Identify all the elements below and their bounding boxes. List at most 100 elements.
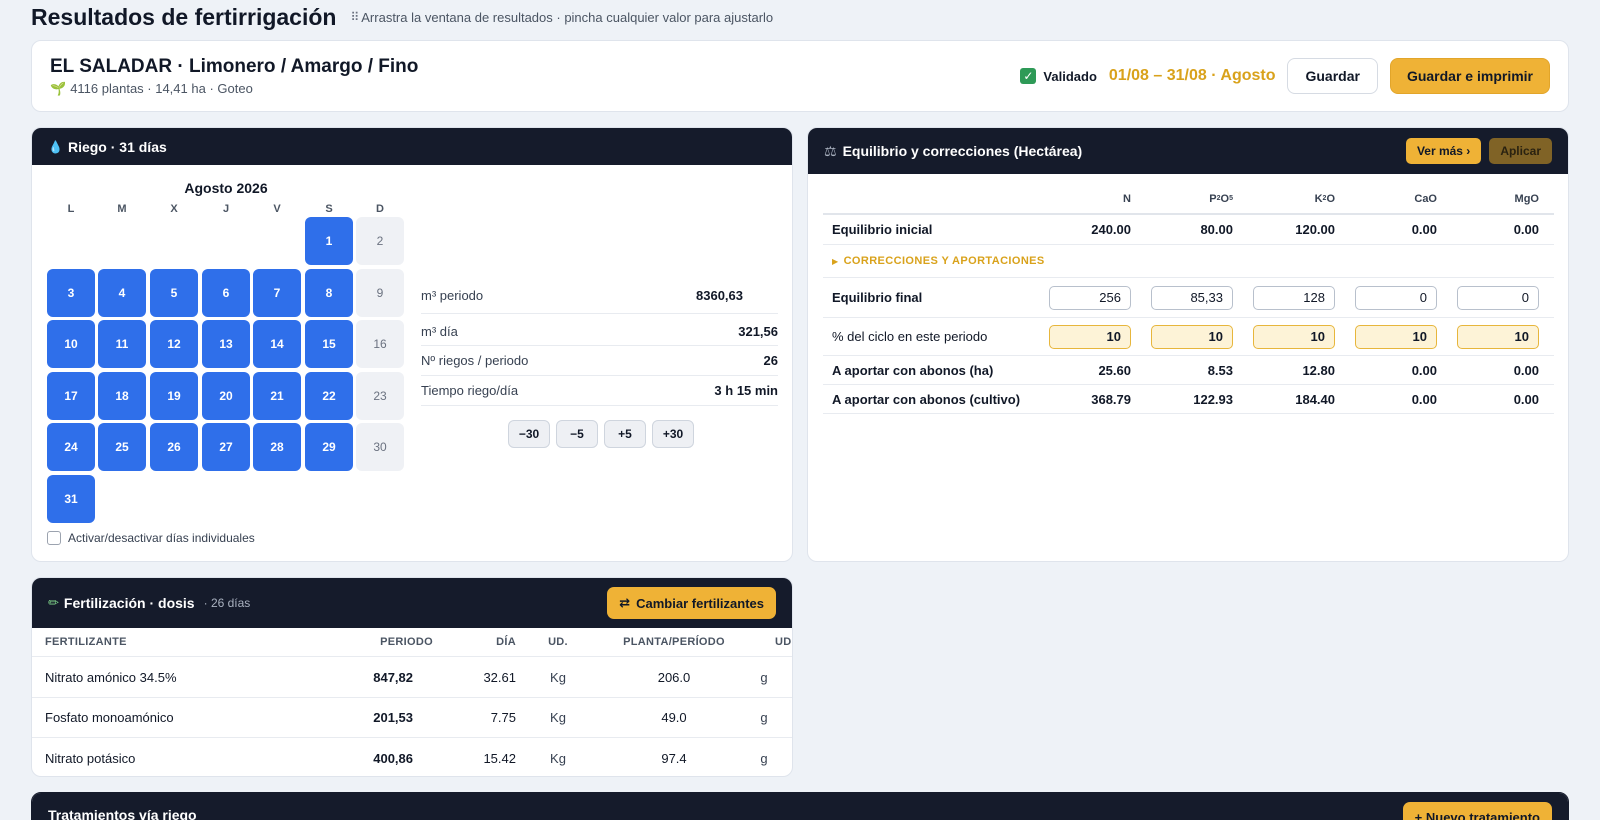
calendar-day[interactable]: 7 (253, 269, 301, 317)
calendar-day[interactable]: 29 (305, 423, 353, 471)
calendar-day[interactable]: 16 (356, 320, 404, 368)
calendar-day[interactable]: 26 (150, 423, 198, 471)
fertilizer-ud: Kg (550, 669, 566, 685)
ciclo-n-input[interactable]: 10 (1049, 324, 1131, 349)
save-button[interactable]: Guardar (1287, 58, 1378, 94)
calendar-day[interactable]: 21 (253, 372, 301, 420)
pencil-icon: ✏ (48, 595, 59, 610)
ciclo-k2o-input[interactable]: 10 (1253, 324, 1335, 349)
toggle-days-checkbox[interactable]: Activar/desactivar días individuales (47, 531, 255, 545)
calendar-day[interactable]: 20 (202, 372, 250, 420)
save-print-button[interactable]: Guardar e imprimir (1389, 58, 1550, 94)
fertilizer-periodo[interactable]: 201,53 (332, 698, 413, 737)
calendar-day[interactable]: 10 (47, 320, 95, 368)
period-range: 01/08 – 31/08 · Agosto (1108, 67, 1276, 84)
calendar-day[interactable]: 12 (150, 320, 198, 368)
correcciones-label[interactable]: CORRECCIONES Y APORTACIONES (844, 255, 1045, 267)
stat-value[interactable]: 321,56 (738, 324, 778, 339)
calendar-day[interactable]: 23 (356, 372, 404, 420)
calendar-day[interactable]: 31 (47, 475, 95, 523)
table-row[interactable]: Nitrato amónico 34.5% 847,82 32.61 Kg 20… (32, 657, 792, 698)
aplicar-button[interactable]: Aplicar (1489, 138, 1552, 164)
section-toggle[interactable]: ▶ CORRECCIONES Y APORTACIONES (832, 245, 1045, 277)
fertilizer-planta[interactable]: 49.0 (598, 698, 750, 737)
validated-checkbox[interactable]: ✓ Validado (1020, 68, 1097, 84)
farm-meta: 🌱 4116 plantas · 14,41 ha · Goteo (50, 81, 418, 97)
fertilizer-dia[interactable]: 32.61 (436, 657, 516, 697)
ciclo-mgo-input[interactable]: 10 (1457, 324, 1539, 349)
calendar-day[interactable]: 18 (98, 372, 146, 420)
stat-row[interactable]: Tiempo riego/día 3 h 15 min (421, 376, 778, 406)
equilibrio-table: N P2O5 K2O CaO MgO Equilibrio inicial 24… (823, 184, 1554, 414)
calendar-day[interactable]: 6 (202, 269, 250, 317)
calendar-day[interactable]: 9 (356, 269, 404, 317)
validated-label: Validado (1043, 68, 1097, 84)
calendar-day[interactable]: 19 (150, 372, 198, 420)
stepper-minus-30-button[interactable]: −30 (508, 420, 550, 448)
checkbox-unchecked-icon[interactable] (47, 531, 61, 545)
farm-title: EL SALADAR · Limonero / Amargo / Fino (50, 55, 419, 77)
fertilizacion-header: ✏ Fertilización · dosis · 26 días ⇄ Camb… (32, 578, 792, 628)
calendar-day[interactable]: 27 (202, 423, 250, 471)
fertilizer-planta[interactable]: 206.0 (598, 657, 750, 697)
stepper-minus-5-button[interactable]: −5 (556, 420, 598, 448)
col-k2o: K2O (1314, 192, 1335, 205)
ciclo-p2o5-input[interactable]: 10 (1151, 324, 1233, 349)
calendar-day[interactable]: 22 (305, 372, 353, 420)
table-row[interactable]: Nitrato potásico 400,86 15.42 Kg 97.4 g (32, 738, 792, 776)
fertilizacion-card: ✏ Fertilización · dosis · 26 días ⇄ Camb… (31, 577, 793, 777)
calendar-day[interactable]: 2 (356, 217, 404, 265)
calendar-day[interactable]: 11 (98, 320, 146, 368)
tratamientos-title: Tratamientos vía riego (48, 807, 197, 820)
correcciones-toggle[interactable]: ▶ CORRECCIONES Y APORTACIONES (823, 245, 1554, 278)
fertilizer-ud2: g (760, 710, 768, 725)
stepper-plus-30-button[interactable]: +30 (652, 420, 694, 448)
calendar-day[interactable]: 25 (98, 423, 146, 471)
fertilizer-periodo[interactable]: 847,82 (332, 657, 413, 697)
fertilizer-planta[interactable]: 97.4 (598, 738, 750, 776)
stat-row[interactable]: m³ periodo 8360,63 (421, 278, 778, 314)
tratamientos-header: Tratamientos vía riego + Nuevo tratamien… (32, 793, 1568, 820)
table-row[interactable]: Fosfato monoamónico 201,53 7.75 Kg 49.0 … (32, 698, 792, 738)
stat-value[interactable]: 8360,63 (696, 288, 743, 303)
checkbox-checked-icon[interactable]: ✓ (1020, 68, 1037, 84)
stat-row[interactable]: Nº riegos / periodo 26 (421, 346, 778, 376)
calendar-day[interactable]: 5 (150, 269, 198, 317)
calendar-day[interactable]: 14 (253, 320, 301, 368)
equilibrio-final-p2o5-input[interactable]: 85,33 (1151, 285, 1233, 310)
new-treatment-button[interactable]: + Nuevo tratamiento (1402, 802, 1552, 820)
calendar-day[interactable]: 4 (98, 269, 146, 317)
ver-mas-button[interactable]: Ver más › (1405, 138, 1482, 164)
calendar-day[interactable]: 13 (202, 320, 250, 368)
calendar-day[interactable]: 30 (356, 423, 404, 471)
value-cell: 0.00 (1513, 362, 1539, 378)
calendar-day[interactable]: 17 (47, 372, 95, 420)
fertilizer-ud: Kg (550, 710, 566, 725)
col-p2o5: P2O5 (1209, 192, 1233, 205)
calendar-day[interactable]: 8 (305, 269, 353, 317)
chevron-right-icon[interactable]: ▶ (832, 257, 839, 266)
stat-value[interactable]: 3 h 15 min (714, 383, 778, 398)
equilibrio-final-cao-input[interactable]: 0 (1355, 285, 1437, 310)
value-cell: 240.00 (1091, 222, 1131, 237)
calendar-day[interactable]: 15 (305, 320, 353, 368)
stat-row[interactable]: m³ día 321,56 (421, 314, 778, 346)
change-fertilizers-button[interactable]: ⇄ Cambiar fertilizantes (607, 587, 776, 619)
equilibrio-final-mgo-input[interactable]: 0 (1457, 285, 1539, 310)
calendar-day[interactable]: 1 (305, 217, 353, 265)
fertilizer-dia[interactable]: 7.75 (436, 698, 516, 737)
ciclo-cao-input[interactable]: 10 (1355, 324, 1437, 349)
calendar-day[interactable]: 3 (47, 269, 95, 317)
calendar-day[interactable]: 24 (47, 423, 95, 471)
equilibrio-final-n-input[interactable]: 256 (1049, 285, 1131, 310)
fertilizer-periodo[interactable]: 400,86 (332, 738, 413, 776)
stat-value[interactable]: 26 (764, 353, 778, 368)
equilibrio-final-k2o-input[interactable]: 128 (1253, 285, 1335, 310)
stepper-plus-5-button[interactable]: +5 (604, 420, 646, 448)
fertilizer-dia[interactable]: 15.42 (436, 738, 516, 776)
drag-handle-icon[interactable]: ⠿ (350, 10, 359, 24)
col-mgo: MgO (1514, 192, 1539, 205)
calendar-day[interactable]: 28 (253, 423, 301, 471)
value-cell: 0.00 (1513, 391, 1539, 407)
equilibrio-header: ⚖ Equilibrio y correcciones (Hectárea) V… (808, 128, 1568, 174)
